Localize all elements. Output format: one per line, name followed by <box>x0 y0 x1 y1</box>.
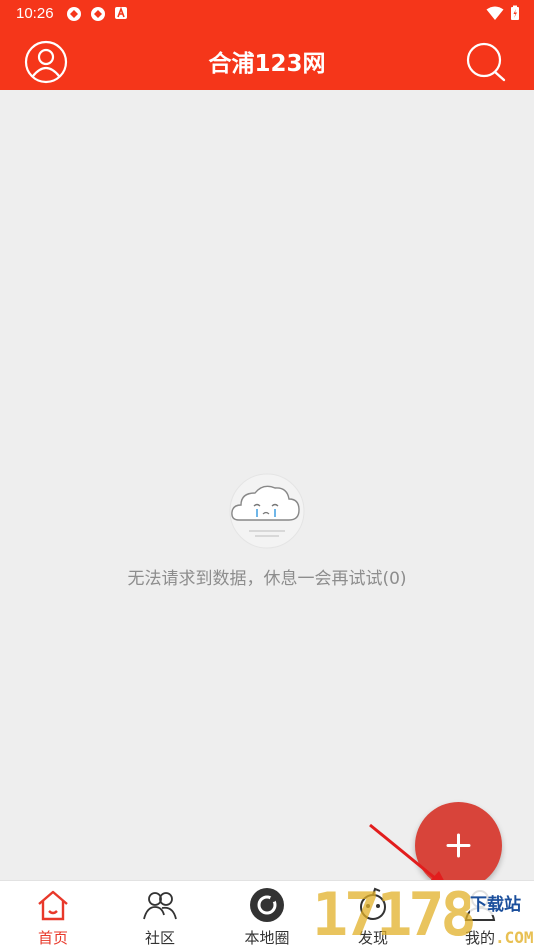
home-icon <box>38 890 68 921</box>
notification-app-icon <box>91 7 105 21</box>
status-notification-icons <box>66 6 128 22</box>
tab-local-circle[interactable]: 本地圈 <box>214 881 320 951</box>
watermark-label: 下载站 <box>470 890 521 915</box>
wifi-icon <box>486 6 504 20</box>
tab-label: 社区 <box>144 929 175 947</box>
notification-app-icon <box>67 7 81 21</box>
tab-home[interactable]: 首页 <box>0 881 106 951</box>
status-time: 10:26 <box>16 5 54 22</box>
local-circle-icon <box>250 888 284 922</box>
content-area: 无法请求到数据，休息一会再试试(0) <box>0 90 534 889</box>
crying-cloud-icon <box>229 473 305 549</box>
tab-label: 本地圈 <box>244 929 290 947</box>
notification-a-icon <box>115 6 127 19</box>
battery-icon <box>511 5 519 20</box>
app-header: 合浦123网 <box>0 28 534 90</box>
empty-state-message: 无法请求到数据，休息一会再试试(0) <box>127 569 407 589</box>
watermark-suffix: .COM <box>495 928 534 947</box>
search-icon[interactable] <box>466 42 506 82</box>
status-bar: 10:26 <box>0 0 534 28</box>
tab-label: 首页 <box>37 929 68 947</box>
page-title: 合浦123网 <box>208 51 326 77</box>
status-system-icons <box>486 5 520 21</box>
watermark-number: 17178 <box>312 880 477 950</box>
tab-community[interactable]: 社区 <box>107 881 213 951</box>
community-icon <box>143 892 177 920</box>
